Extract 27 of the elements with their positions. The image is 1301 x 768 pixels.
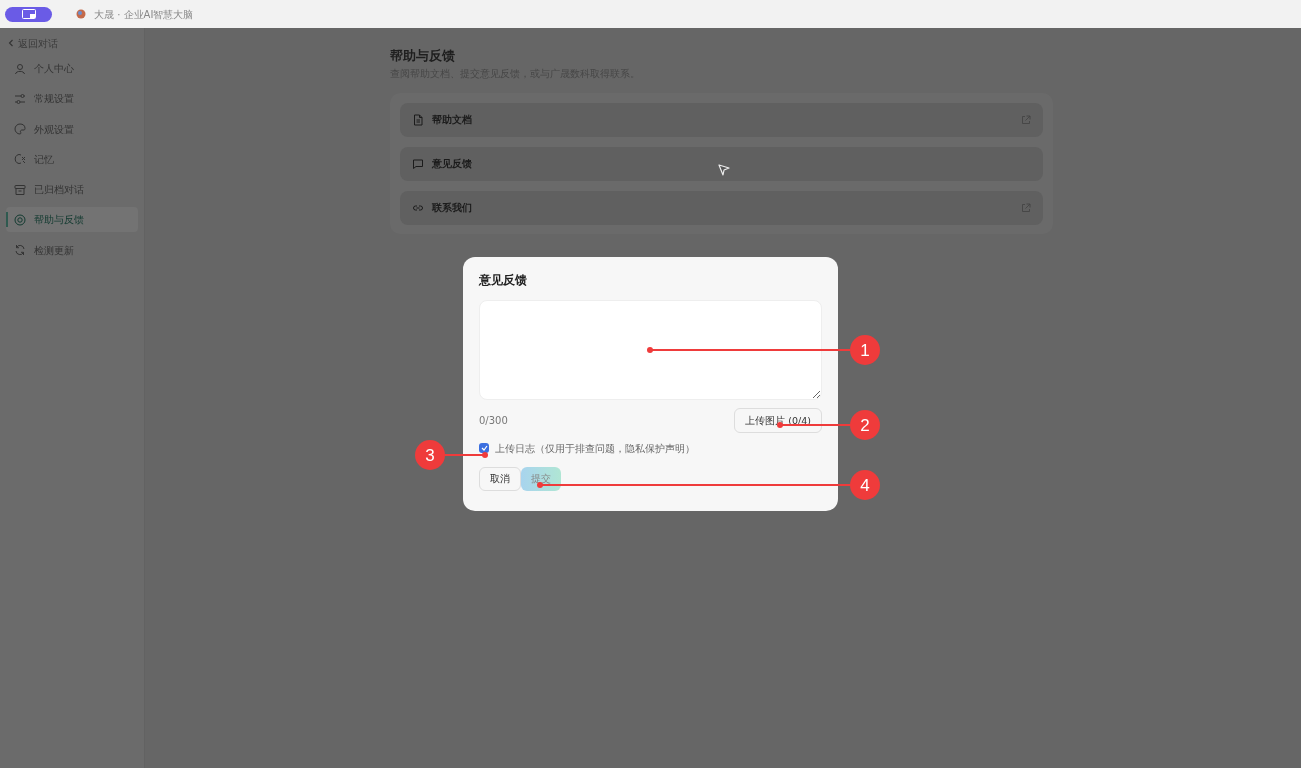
window-title: 大晟 · 企业AI智慧大脑: [94, 7, 194, 22]
chevron-left-icon: [8, 39, 14, 47]
character-count: 0/300: [479, 414, 508, 429]
page-title: 帮助与反馈: [390, 48, 456, 64]
window-icon: [21, 9, 36, 19]
cancel-button[interactable]: 取消: [479, 467, 521, 492]
dialog-title: 意见反馈: [479, 273, 528, 288]
help-option-row[interactable]: 帮助文档: [400, 102, 1043, 137]
document-icon: [412, 113, 424, 126]
logo-icon: [76, 9, 86, 19]
upload-image-button[interactable]: 上传图片 (0/4): [734, 408, 822, 434]
palette-icon: [14, 123, 26, 136]
person-icon: [14, 62, 26, 75]
feedback-input-field[interactable]: [479, 300, 822, 401]
cursor-icon: [717, 163, 731, 177]
chat-icon: [412, 157, 424, 170]
help-option-row[interactable]: 联系我们: [400, 190, 1043, 225]
archive-icon: [14, 183, 26, 196]
sidebar-toggle-button[interactable]: [5, 6, 52, 22]
sliders-icon: [14, 92, 26, 105]
checkbox[interactable]: [479, 443, 489, 454]
memory-icon: [14, 153, 26, 166]
refresh-icon: [14, 244, 26, 257]
help-option-row[interactable]: 意见反馈: [400, 146, 1043, 181]
checkbox-label: 上传日志（仅用于排查问题，隐私保护声明）: [495, 441, 695, 456]
lifebuoy-icon: [14, 214, 26, 226]
sidebar-item[interactable]: 帮助与反馈: [6, 207, 138, 233]
